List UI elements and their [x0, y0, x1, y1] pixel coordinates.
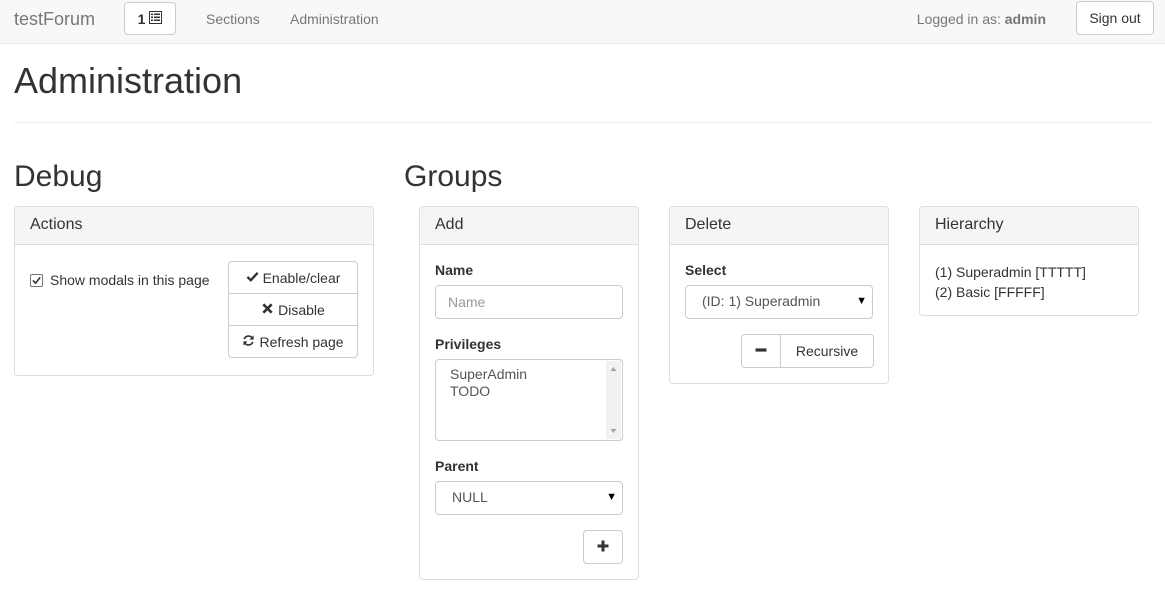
- add-panel-heading: Add: [420, 207, 638, 245]
- refresh-page-button[interactable]: Refresh page: [228, 325, 358, 358]
- enable-clear-label: Enable/clear: [262, 269, 341, 286]
- parent-select[interactable]: NULL ▼: [435, 481, 623, 515]
- caret-down-icon: ▼: [856, 295, 867, 307]
- show-modals-checkbox-row: Show modals in this page: [30, 272, 210, 288]
- list-icon: [149, 10, 163, 27]
- hierarchy-list: (1) Superadmin [TTTTT] (2) Basic [FFFFF]: [935, 262, 1086, 302]
- delete-group-button[interactable]: [741, 334, 781, 368]
- notification-count: 1: [137, 10, 146, 27]
- hierarchy-panel-heading: Hierarchy: [920, 207, 1138, 245]
- privilege-option-todo[interactable]: TODO: [450, 383, 622, 400]
- parent-selected-value: NULL: [452, 489, 488, 505]
- logged-in-status: Logged in as: admin: [917, 11, 1046, 27]
- group-name-input[interactable]: [435, 285, 623, 319]
- logged-in-prefix: Logged in as:: [916, 11, 1001, 27]
- notifications-button[interactable]: 1: [124, 2, 176, 35]
- username: admin: [1004, 11, 1046, 27]
- add-group-panel: Add Name Privileges SuperAdmin TODO Pare…: [419, 206, 639, 580]
- name-label: Name: [435, 262, 474, 278]
- enable-clear-button[interactable]: Enable/clear: [228, 261, 358, 294]
- check-icon: [246, 270, 259, 286]
- delete-button-group: Recursive: [741, 334, 874, 368]
- debug-actions-button-group: Enable/clear Disable Refresh page: [228, 261, 358, 358]
- debug-section-title: Debug: [14, 160, 103, 193]
- minus-icon: [755, 343, 767, 359]
- delete-group-select[interactable]: (ID: 1) Superadmin ▼: [685, 285, 873, 319]
- parent-label: Parent: [435, 458, 479, 474]
- times-icon: [261, 302, 274, 318]
- privilege-option-superadmin[interactable]: SuperAdmin: [450, 366, 622, 383]
- page-title: Administration: [14, 60, 243, 101]
- plus-icon: [596, 539, 610, 556]
- listbox-scrollbar[interactable]: [606, 361, 621, 439]
- privileges-listbox[interactable]: SuperAdmin TODO: [435, 359, 623, 441]
- actions-panel: Actions Show modals in this page Enable/…: [14, 206, 374, 376]
- title-divider: [14, 122, 1154, 123]
- show-modals-label[interactable]: Show modals in this page: [50, 272, 210, 288]
- delete-selected-value: (ID: 1) Superadmin: [702, 293, 821, 309]
- brand-logo[interactable]: testForum: [14, 9, 95, 30]
- groups-section-title: Groups: [404, 160, 503, 193]
- hierarchy-item: (1) Superadmin [TTTTT]: [935, 264, 1086, 280]
- nav-sections-link[interactable]: Sections: [206, 11, 260, 27]
- sign-out-button[interactable]: Sign out: [1076, 1, 1154, 35]
- checkmark-icon: [32, 276, 41, 284]
- hierarchy-panel: Hierarchy (1) Superadmin [TTTTT] (2) Bas…: [919, 206, 1139, 316]
- select-label: Select: [685, 262, 727, 278]
- add-group-button[interactable]: [583, 530, 623, 564]
- recursive-toggle[interactable]: Recursive: [781, 334, 874, 368]
- navbar: testForum 1 Sections Administration Logg…: [0, 0, 1165, 44]
- hierarchy-item: (2) Basic [FFFFF]: [935, 284, 1045, 300]
- disable-label: Disable: [278, 301, 325, 318]
- privileges-label: Privileges: [435, 336, 502, 352]
- delete-group-panel: Delete Select (ID: 1) Superadmin ▼ Recur…: [669, 206, 889, 384]
- delete-panel-heading: Delete: [670, 207, 888, 245]
- refresh-icon: [242, 334, 255, 350]
- refresh-page-label: Refresh page: [259, 333, 344, 350]
- caret-down-icon: ▼: [606, 491, 617, 503]
- show-modals-checkbox[interactable]: [30, 273, 43, 287]
- nav-administration-link[interactable]: Administration: [290, 11, 379, 27]
- disable-button[interactable]: Disable: [228, 293, 358, 326]
- actions-panel-heading: Actions: [15, 207, 373, 245]
